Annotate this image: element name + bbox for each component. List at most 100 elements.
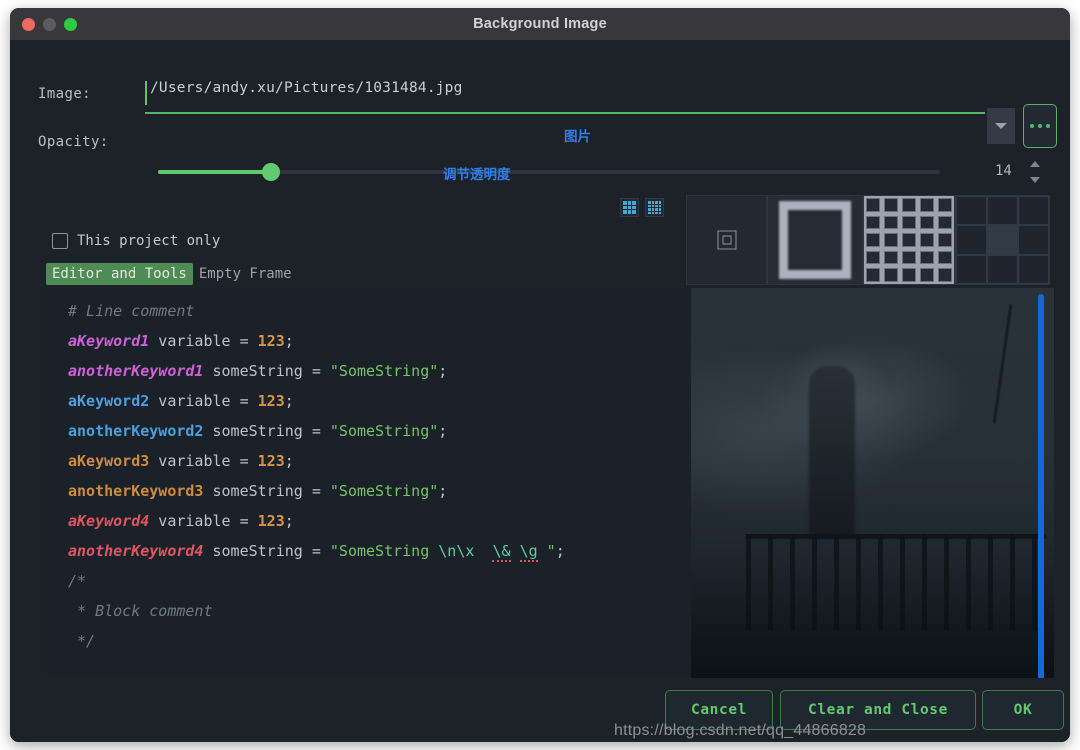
code-token: ; — [438, 422, 448, 440]
ellipsis-dot-icon — [1046, 124, 1050, 128]
code-token: "SomeString" — [329, 422, 439, 440]
anchor-cell-middle-center[interactable] — [987, 225, 1018, 255]
line-1: # Line comment — [68, 296, 565, 326]
tile-cell — [864, 213, 882, 232]
background-image-dialog: Background Image Image: /Users/andy.xu/P… — [10, 8, 1070, 742]
code-token: someString = — [203, 362, 330, 380]
tile-cell — [882, 231, 900, 249]
anchor-cell-top-right[interactable] — [1018, 196, 1049, 226]
line-8: aKeyword4 variable = 123; — [68, 506, 565, 536]
tab-editor-and-tools[interactable]: Editor and Tools — [46, 263, 193, 285]
window-traffic-lights — [22, 8, 77, 40]
code-token: ; — [284, 392, 294, 410]
tab-empty-frame[interactable]: Empty Frame — [193, 263, 298, 285]
window-title: Background Image — [473, 16, 607, 32]
tile-cell — [936, 196, 954, 214]
center-mode-thumb[interactable] — [686, 195, 767, 285]
close-window-icon[interactable] — [22, 17, 35, 31]
center-square-icon — [717, 230, 736, 250]
anchor-cell-middle-left[interactable] — [956, 225, 987, 255]
line-5: anotherKeyword2 someString = "SomeString… — [68, 416, 565, 446]
opacity-value[interactable]: 14 — [995, 163, 1012, 179]
dialog-body: Image: /Users/andy.xu/Pictures/1031484.j… — [10, 40, 1070, 742]
line-2: aKeyword1 variable = 123; — [68, 326, 565, 356]
grid-columns-icon[interactable] — [620, 198, 639, 217]
tile-cell — [900, 196, 918, 214]
code-token: variable = — [149, 332, 258, 350]
image-path-dropdown-button[interactable] — [987, 108, 1015, 144]
image-field-label: Image: — [38, 86, 91, 102]
code-token: "SomeString — [329, 542, 439, 560]
opacity-slider-thumb[interactable] — [262, 163, 280, 181]
tile-cell — [900, 248, 918, 267]
code-token: 123 — [257, 392, 285, 410]
line-11: * Block comment — [68, 596, 565, 626]
tile-cell — [864, 248, 882, 267]
anchor-cell-top-left[interactable] — [956, 196, 987, 226]
code-token: variable = — [149, 452, 258, 470]
opacity-stepper[interactable] — [1030, 159, 1044, 185]
watermark: https://blog.csdn.net/qq_44866828 — [614, 722, 867, 739]
image-path-field[interactable]: /Users/andy.xu/Pictures/1031484.jpg — [145, 78, 985, 114]
ok-button[interactable]: OK — [982, 690, 1064, 730]
this-project-only-checkbox[interactable] — [52, 233, 68, 249]
code-token: /* — [68, 572, 87, 590]
tile-cell — [936, 213, 954, 232]
vertical-scrollbar[interactable] — [1038, 294, 1044, 706]
line-3: anotherKeyword1 someString = "SomeString… — [68, 356, 565, 386]
code-token: 123 — [257, 512, 285, 530]
grid-rows-icon[interactable] — [645, 198, 664, 217]
code-token: variable = — [149, 392, 258, 410]
code-token: " — [537, 542, 556, 560]
anchor-cell-top-center[interactable] — [987, 196, 1018, 226]
window-titlebar: Background Image — [10, 8, 1070, 40]
minimize-window-icon[interactable] — [43, 17, 56, 31]
target-tabs: Editor and Tools Empty Frame — [46, 263, 298, 285]
anchor-grid-thumb[interactable] — [955, 195, 1050, 285]
anchor-cell-bottom-center[interactable] — [987, 254, 1018, 284]
field-underline — [145, 112, 985, 114]
opacity-slider[interactable] — [158, 163, 940, 181]
tile-cell — [918, 231, 936, 249]
pole-shape — [992, 304, 1013, 424]
tile-mode-thumb[interactable] — [863, 195, 955, 285]
code-token: anotherKeyword3 — [68, 482, 204, 500]
code-token: \& — [492, 542, 511, 562]
code-token: variable = — [149, 512, 258, 530]
code-token: ; — [284, 512, 294, 530]
this-project-only-row[interactable]: This project only — [52, 233, 220, 249]
tile-cell — [864, 196, 882, 214]
code-token: someString = — [203, 422, 330, 440]
code-token: */ — [68, 632, 96, 650]
code-token: someString = — [203, 542, 330, 560]
browse-file-button[interactable] — [1023, 104, 1057, 148]
line-9: anotherKeyword4 someString = "SomeString… — [68, 536, 565, 566]
text-caret — [145, 81, 147, 105]
scale-mode-thumb[interactable] — [767, 195, 863, 285]
line-12: */ — [68, 626, 565, 656]
anchor-cell-middle-right[interactable] — [1018, 225, 1049, 255]
tile-cell — [864, 231, 882, 249]
stepper-up-icon[interactable] — [1030, 161, 1040, 167]
anchor-cell-bottom-left[interactable] — [956, 254, 987, 284]
code-token: anotherKeyword2 — [68, 422, 204, 440]
code-token: # Line comment — [68, 302, 195, 320]
code-token: aKeyword2 — [68, 392, 150, 410]
line-10: /* — [68, 566, 565, 596]
code-preview-panel: # Line comment aKeyword1 variable = 123; a… — [46, 288, 1054, 710]
code-token: 123 — [257, 332, 285, 350]
anchor-cell-bottom-right[interactable] — [1018, 254, 1049, 284]
image-path-value: /Users/andy.xu/Pictures/1031484.jpg — [150, 80, 463, 96]
code-token: aKeyword1 — [68, 332, 150, 350]
tile-cell — [936, 266, 954, 284]
figure-shape — [809, 366, 855, 538]
zoom-window-icon[interactable] — [64, 17, 77, 31]
tile-cell — [918, 213, 936, 232]
tile-cell — [864, 266, 882, 284]
stepper-down-icon[interactable] — [1030, 177, 1040, 183]
code-token: anotherKeyword1 — [68, 362, 204, 380]
tile-cell — [936, 248, 954, 267]
code-token: ; — [438, 362, 448, 380]
